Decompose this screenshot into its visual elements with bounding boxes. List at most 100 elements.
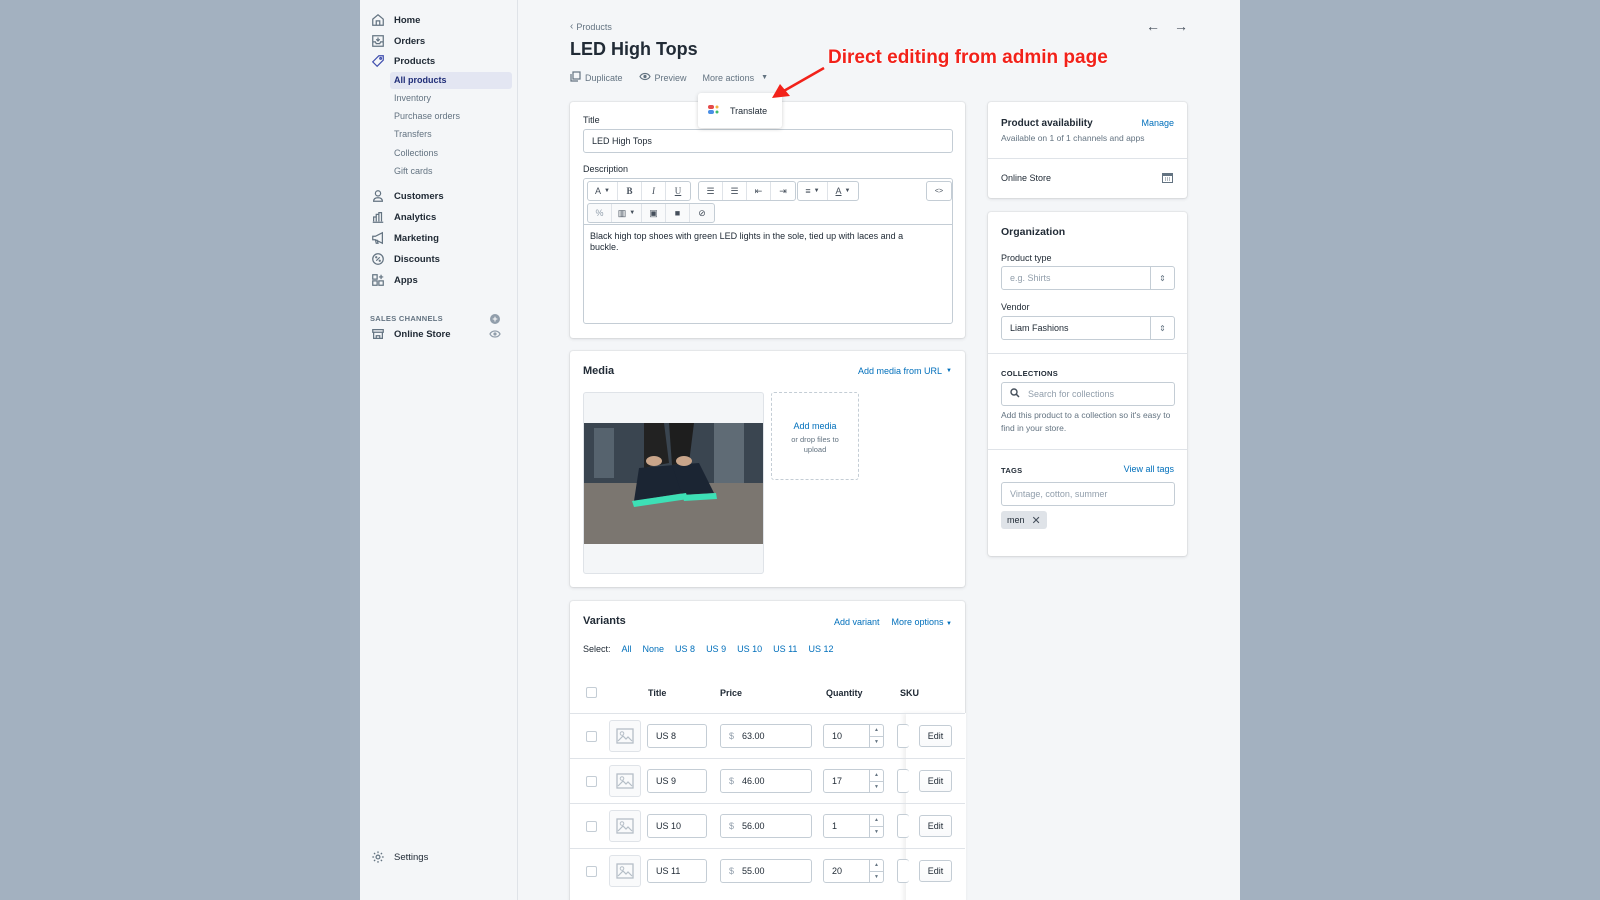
variant-title-input[interactable]: US 8 bbox=[647, 724, 707, 748]
select-us8-link[interactable]: US 8 bbox=[675, 644, 695, 654]
variant-sku-input[interactable] bbox=[897, 859, 909, 883]
numbered-list-icon[interactable]: ☰ bbox=[723, 182, 747, 200]
breadcrumb-link[interactable]: Products bbox=[576, 22, 612, 32]
indent-icon[interactable]: ⇥ bbox=[771, 182, 795, 200]
select-none-link[interactable]: None bbox=[643, 644, 665, 654]
select-all-link[interactable]: All bbox=[622, 644, 632, 654]
schedule-calendar-icon[interactable] bbox=[1162, 172, 1173, 186]
variant-price-input[interactable]: $63.00 bbox=[720, 724, 812, 748]
variant-checkbox[interactable] bbox=[586, 776, 597, 787]
variant-price-input[interactable]: $55.00 bbox=[720, 859, 812, 883]
sidebar-item-customers[interactable]: Customers bbox=[370, 187, 444, 205]
variant-title-input[interactable]: US 11 bbox=[647, 859, 707, 883]
sidebar-item-marketing[interactable]: Marketing bbox=[370, 229, 439, 247]
add-media-dropzone[interactable]: Add media or drop files to upload bbox=[771, 392, 859, 480]
variant-image-placeholder[interactable] bbox=[609, 855, 641, 887]
variant-sku-input[interactable] bbox=[897, 769, 909, 793]
format-group: A ▼ B I U bbox=[587, 181, 691, 201]
select-us11-link[interactable]: US 11 bbox=[773, 644, 797, 654]
sidebar-item-products[interactable]: Products bbox=[370, 52, 435, 70]
remove-tag-close-icon[interactable]: ✕ bbox=[1032, 514, 1041, 527]
variant-checkbox[interactable] bbox=[586, 821, 597, 832]
font-style-button[interactable]: A ▼ bbox=[588, 182, 618, 200]
select-us10-link[interactable]: US 10 bbox=[737, 644, 762, 654]
breadcrumb[interactable]: ‹ Products bbox=[570, 21, 612, 32]
manage-availability-link[interactable]: Manage bbox=[1141, 118, 1174, 128]
show-html-button[interactable]: <> bbox=[927, 182, 951, 200]
duplicate-button[interactable]: Duplicate bbox=[570, 71, 623, 84]
sidebar-subitem-gift-cards[interactable]: Gift cards bbox=[390, 163, 512, 180]
currency-symbol: $ bbox=[729, 776, 735, 786]
variant-title-input[interactable]: US 9 bbox=[647, 769, 707, 793]
add-media-link[interactable]: Add media bbox=[772, 421, 858, 431]
quantity-stepper[interactable]: ▲ ▼ bbox=[869, 725, 883, 747]
variant-quantity-input[interactable]: 17 ▲ ▼ bbox=[823, 769, 884, 793]
description-text[interactable]: Black high top shoes with green LED ligh… bbox=[590, 231, 932, 253]
variant-image-placeholder[interactable] bbox=[609, 765, 641, 797]
sidebar-subitem-all-products[interactable]: All products bbox=[390, 72, 512, 89]
product-type-select[interactable]: e.g. Shirts ⇕ bbox=[1001, 266, 1175, 290]
video-icon[interactable]: ■ bbox=[666, 204, 690, 222]
sidebar-subitem-collections[interactable]: Collections bbox=[390, 145, 512, 162]
variant-quantity-input[interactable]: 20 ▲ ▼ bbox=[823, 859, 884, 883]
preview-button[interactable]: Preview bbox=[638, 72, 687, 83]
add-media-from-url-button[interactable]: Add media from URL ▼ bbox=[858, 366, 952, 376]
bold-button[interactable]: B bbox=[618, 182, 642, 200]
table-icon[interactable]: ▥ ▼ bbox=[612, 204, 642, 222]
image-icon[interactable]: ▣ bbox=[642, 204, 666, 222]
next-product-arrow-icon[interactable]: → bbox=[1174, 18, 1188, 34]
tags-input[interactable]: Vintage, cotton, summer bbox=[1001, 482, 1175, 506]
sidebar-subitem-purchase-orders[interactable]: Purchase orders bbox=[390, 108, 512, 125]
quantity-stepper[interactable]: ▲ ▼ bbox=[869, 860, 883, 882]
outdent-icon[interactable]: ⇤ bbox=[747, 182, 771, 200]
variant-image-placeholder[interactable] bbox=[609, 810, 641, 842]
sidebar-item-online-store[interactable]: Online Store bbox=[370, 325, 450, 343]
variant-edit-button[interactable]: Edit bbox=[919, 815, 952, 837]
select-us12-link[interactable]: US 12 bbox=[808, 644, 833, 654]
variant-checkbox[interactable] bbox=[586, 731, 597, 742]
title-input[interactable]: LED High Tops bbox=[583, 129, 953, 153]
vendor-select[interactable]: Liam Fashions ⇕ bbox=[1001, 316, 1175, 340]
variant-price-input[interactable]: $46.00 bbox=[720, 769, 812, 793]
variant-checkbox[interactable] bbox=[586, 866, 597, 877]
variant-edit-button[interactable]: Edit bbox=[919, 725, 952, 747]
select-all-checkbox[interactable] bbox=[586, 687, 597, 698]
variant-quantity-input[interactable]: 1 ▲ ▼ bbox=[823, 814, 884, 838]
sidebar-subitem-inventory[interactable]: Inventory bbox=[390, 90, 512, 107]
collections-search-input[interactable]: Search for collections bbox=[1001, 382, 1175, 406]
sidebar-subitem-transfers[interactable]: Transfers bbox=[390, 126, 512, 143]
variant-quantity-input[interactable]: 10 ▲ ▼ bbox=[823, 724, 884, 748]
quantity-stepper[interactable]: ▲ ▼ bbox=[869, 770, 883, 792]
sidebar-item-discounts[interactable]: Discounts bbox=[370, 250, 440, 268]
sidebar-item-analytics[interactable]: Analytics bbox=[370, 208, 436, 226]
clear-format-icon[interactable]: ⊘ bbox=[690, 204, 714, 222]
variant-sku-input[interactable] bbox=[897, 814, 909, 838]
add-sales-channel-icon[interactable]: + bbox=[490, 314, 500, 324]
text-color-button[interactable]: A ▼ bbox=[828, 182, 858, 200]
link-icon[interactable]: % bbox=[588, 204, 612, 222]
variant-title-input[interactable]: US 10 bbox=[647, 814, 707, 838]
italic-button[interactable]: I bbox=[642, 182, 666, 200]
view-all-tags-link[interactable]: View all tags bbox=[1124, 464, 1174, 474]
more-options-button[interactable]: More options ▼ bbox=[892, 617, 953, 627]
select-us9-link[interactable]: US 9 bbox=[706, 644, 726, 654]
variant-price-input[interactable]: $56.00 bbox=[720, 814, 812, 838]
translate-menu-item[interactable]: Translate bbox=[730, 106, 767, 116]
align-button[interactable]: ≡ ▼ bbox=[798, 182, 828, 200]
sidebar-item-orders[interactable]: Orders bbox=[370, 32, 425, 50]
media-thumbnail[interactable] bbox=[583, 392, 764, 574]
add-variant-button[interactable]: Add variant bbox=[834, 617, 880, 627]
more-actions-button[interactable]: More actions ▼ bbox=[703, 73, 768, 83]
variant-edit-button[interactable]: Edit bbox=[919, 860, 952, 882]
sidebar-item-home[interactable]: Home bbox=[370, 11, 420, 29]
variant-image-placeholder[interactable] bbox=[609, 720, 641, 752]
view-store-eye-icon[interactable] bbox=[489, 329, 501, 342]
previous-product-arrow-icon[interactable]: ← bbox=[1146, 18, 1160, 34]
sidebar-item-apps[interactable]: Apps bbox=[370, 271, 418, 289]
underline-button[interactable]: U bbox=[666, 182, 690, 200]
bullet-list-icon[interactable]: ☰ bbox=[699, 182, 723, 200]
variant-sku-input[interactable] bbox=[897, 724, 909, 748]
quantity-stepper[interactable]: ▲ ▼ bbox=[869, 815, 883, 837]
sidebar-item-settings[interactable]: Settings bbox=[370, 848, 428, 866]
variant-edit-button[interactable]: Edit bbox=[919, 770, 952, 792]
